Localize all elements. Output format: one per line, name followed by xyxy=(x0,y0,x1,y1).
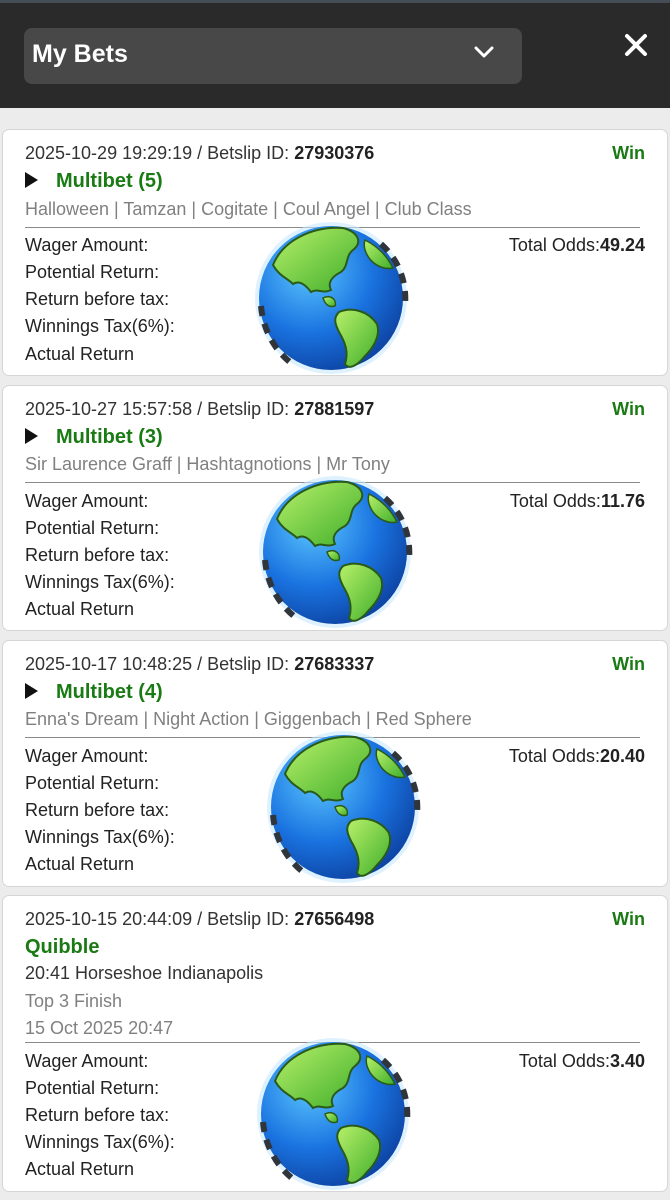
bet-selections: Enna's Dream | Night Action | Giggenbach… xyxy=(25,709,472,729)
close-icon[interactable] xyxy=(622,31,650,59)
bet-header: 2025-10-27 15:57:58 / Betslip ID: 278815… xyxy=(25,398,374,420)
bet-title-label: Multibet (4) xyxy=(56,681,163,703)
status-badge: Win xyxy=(612,909,645,929)
betslip-id: 27656498 xyxy=(294,909,375,929)
wager-amount-label: Wager Amount: xyxy=(25,746,149,766)
play-triangle-icon xyxy=(25,172,38,188)
total-odds-value: 11.76 xyxy=(600,491,645,511)
bet-datetime: 2025-10-17 10:48:25 / Betslip ID: xyxy=(25,654,295,674)
bets-filter-dropdown[interactable]: My Bets xyxy=(24,28,522,84)
wager-amount-label: Wager Amount: xyxy=(25,1051,149,1071)
betslip-id: 27683337 xyxy=(294,654,375,674)
status-badge: Win xyxy=(612,654,645,674)
total-odds: Total Odds:49.24 xyxy=(509,234,645,256)
status-badge: Win xyxy=(612,143,645,163)
winnings-tax-label: Winnings Tax(6%): xyxy=(25,316,175,336)
bet-card[interactable]: 2025-10-27 15:57:58 / Betslip ID: 278815… xyxy=(2,385,668,631)
actual-return-label: Actual Return xyxy=(25,1159,135,1179)
bet-title[interactable]: Multibet (3) xyxy=(25,425,163,449)
return-before-tax-label: Return before tax: xyxy=(25,1105,170,1125)
total-odds-label: Total Odds: xyxy=(518,1051,610,1071)
globe-icon xyxy=(265,729,421,885)
bet-card[interactable]: 2025-10-15 20:44:09 / Betslip ID: 276564… xyxy=(2,895,668,1192)
bet-title-label: Multibet (5) xyxy=(56,170,163,192)
bet-title-label: Multibet (3) xyxy=(56,426,163,448)
total-odds: Total Odds:3.40 xyxy=(519,1050,645,1072)
bet-header: 2025-10-29 19:29:19 / Betslip ID: 279303… xyxy=(25,142,374,164)
play-triangle-icon xyxy=(25,683,38,699)
betslip-id: 27930376 xyxy=(294,143,375,163)
winnings-tax-label: Winnings Tax(6%): xyxy=(25,1132,175,1152)
total-odds-label: Total Odds: xyxy=(508,235,600,255)
total-odds-value: 3.40 xyxy=(609,1051,645,1071)
bet-card[interactable]: 2025-10-17 10:48:25 / Betslip ID: 276833… xyxy=(2,640,668,887)
bet-title[interactable]: Quibble xyxy=(25,935,99,959)
bet-datetime: 2025-10-27 15:57:58 / Betslip ID: xyxy=(25,399,295,419)
bet-title[interactable]: Multibet (5) xyxy=(25,169,163,193)
potential-return-label: Potential Return: xyxy=(25,518,160,538)
bet-selections: Sir Laurence Graff | Hashtagnotions | Mr… xyxy=(25,454,390,474)
actual-return-label: Actual Return xyxy=(25,854,135,874)
return-before-tax-label: Return before tax: xyxy=(25,289,170,309)
potential-return-label: Potential Return: xyxy=(25,1078,160,1098)
total-odds-value: 49.24 xyxy=(599,235,645,255)
potential-return-label: Potential Return: xyxy=(25,262,160,282)
total-odds: Total Odds:20.40 xyxy=(509,745,645,767)
total-odds: Total Odds:11.76 xyxy=(510,490,645,512)
actual-return-label: Actual Return xyxy=(25,599,135,619)
dropdown-label: My Bets xyxy=(32,40,128,68)
bet-header: 2025-10-17 10:48:25 / Betslip ID: 276833… xyxy=(25,653,374,675)
bet-selections: Halloween | Tamzan | Cogitate | Coul Ang… xyxy=(25,199,472,219)
actual-return-label: Actual Return xyxy=(25,344,135,364)
chevron-down-icon xyxy=(474,46,494,58)
betslip-id: 27881597 xyxy=(294,399,375,419)
bet-datetime: 2025-10-29 19:29:19 / Betslip ID: xyxy=(25,143,295,163)
race-name: 20:41 Horseshoe Indianapolis xyxy=(25,963,264,983)
globe-icon xyxy=(257,474,413,630)
bet-title[interactable]: Multibet (4) xyxy=(25,680,163,704)
winnings-tax-label: Winnings Tax(6%): xyxy=(25,572,175,592)
placed-time: 15 Oct 2025 20:47 xyxy=(25,1018,174,1038)
total-odds-label: Total Odds: xyxy=(508,746,600,766)
globe-icon xyxy=(253,220,409,376)
bet-title-label: Quibble xyxy=(25,936,100,958)
play-triangle-icon xyxy=(25,428,38,444)
bet-header: 2025-10-15 20:44:09 / Betslip ID: 276564… xyxy=(25,908,374,930)
return-before-tax-label: Return before tax: xyxy=(25,545,170,565)
total-odds-label: Total Odds: xyxy=(509,491,601,511)
market-name: Top 3 Finish xyxy=(25,991,123,1011)
top-bar: My Bets xyxy=(0,0,670,108)
wager-amount-label: Wager Amount: xyxy=(25,491,149,511)
bet-datetime: 2025-10-15 20:44:09 / Betslip ID: xyxy=(25,909,295,929)
winnings-tax-label: Winnings Tax(6%): xyxy=(25,827,175,847)
return-before-tax-label: Return before tax: xyxy=(25,800,170,820)
total-odds-value: 20.40 xyxy=(599,746,645,766)
bet-card[interactable]: 2025-10-29 19:29:19 / Betslip ID: 279303… xyxy=(2,129,668,376)
potential-return-label: Potential Return: xyxy=(25,773,160,793)
status-badge: Win xyxy=(612,399,645,419)
globe-icon xyxy=(255,1036,411,1192)
wager-amount-label: Wager Amount: xyxy=(25,235,149,255)
